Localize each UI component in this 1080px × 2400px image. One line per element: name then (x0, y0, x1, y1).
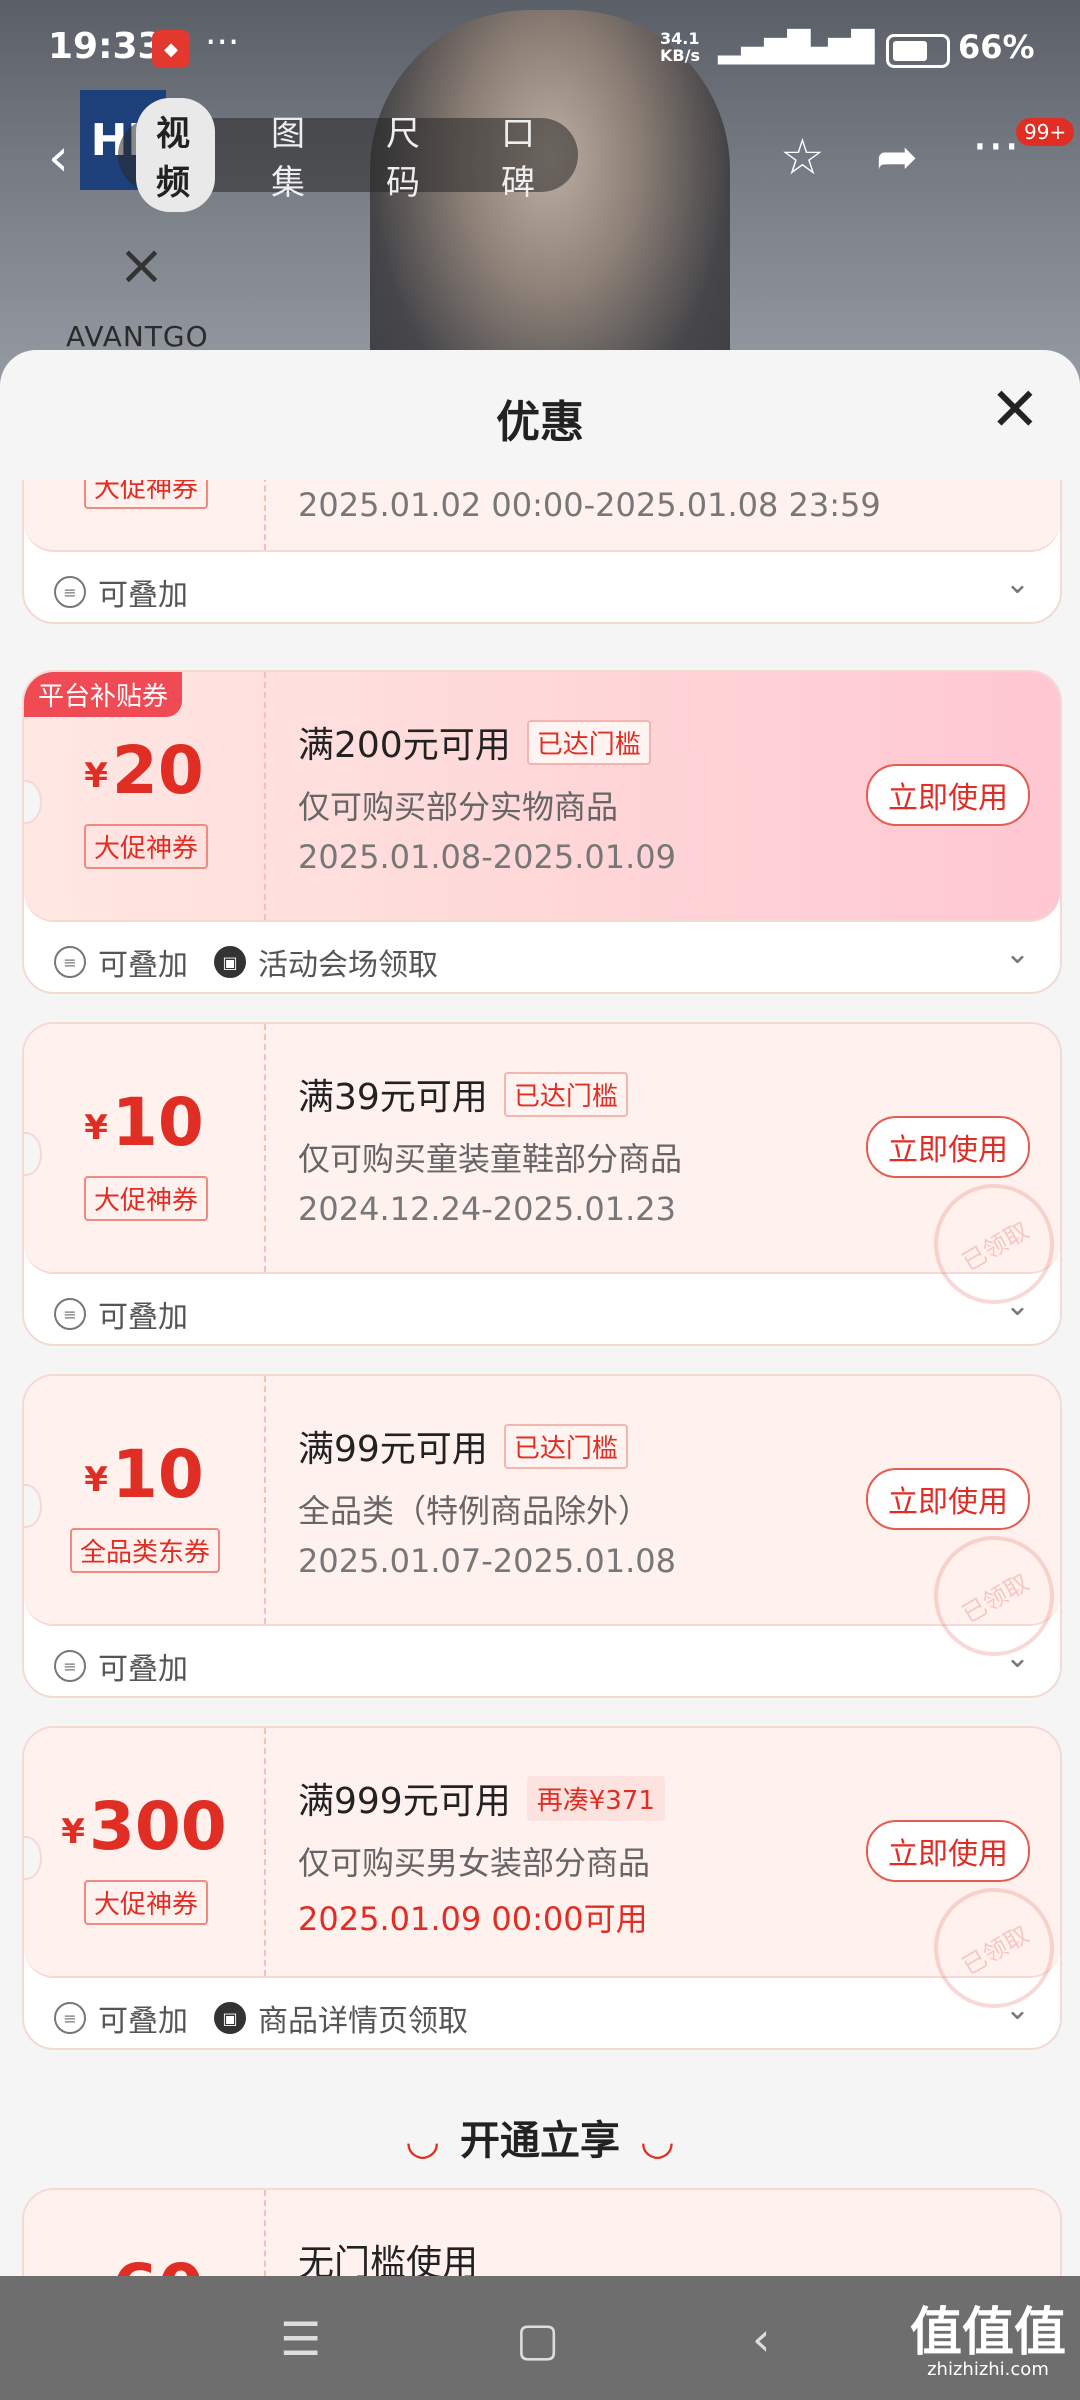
coupon-card: ¥60 无门槛使用 (22, 2188, 1062, 2280)
use-now-button[interactable]: 立即使用 (866, 1820, 1030, 1882)
section-title: ◡ 开通立享 ◡ (407, 2118, 673, 2164)
tab-reviews[interactable]: 口碑 (481, 98, 560, 212)
ticket-icon: ▣ (214, 946, 246, 978)
collab-cross-mark: × (118, 233, 165, 298)
discount-sheet: 优惠 ✕ 大促神券 2025.01.02 00:00-2025.01.08 23… (0, 350, 1080, 2280)
battery-icon (886, 34, 950, 68)
ticket-icon: ▣ (214, 2002, 246, 2034)
coupon-footer: ≡ 可叠加 ⌄ (24, 1274, 1060, 1344)
stackable-icon: ≡ (54, 1650, 86, 1682)
coupon-description: 仅可购买男女装部分商品 (298, 1844, 651, 1882)
coupon-footer: ≡ 可叠加 ⌄ (24, 1626, 1060, 1696)
status-time: 19:33 (48, 26, 163, 67)
coupon-date: 2025.01.09 00:00可用 (298, 1900, 648, 1938)
coupon-footer: ≡ 可叠加 ▣ 活动会场领取 ⌄ (24, 922, 1060, 992)
chevron-down-icon[interactable]: ⌄ (1005, 1288, 1030, 1323)
chevron-down-icon[interactable]: ⌄ (1005, 1640, 1030, 1675)
chevron-down-icon[interactable]: ⌄ (1005, 936, 1030, 971)
coupon-amount: ¥10 (84, 1436, 204, 1513)
message-count-badge: 99+ (1016, 118, 1075, 146)
coupon-description: 仅可购买部分实物商品 (298, 788, 619, 826)
stackable-label: 可叠加 (98, 1300, 188, 1335)
threshold-tag: 已达门槛 (503, 1424, 628, 1469)
coupon-card: ¥300 大促神券 满999元可用 再凑¥371 仅可购买男女装部分商品 2025… (22, 1726, 1062, 2050)
coupon-source: 活动会场领取 (258, 948, 438, 983)
coupon-date: 2025.01.07-2025.01.08 (298, 1542, 676, 1580)
coupon-footer: ≡ 可叠加 ⌄ (24, 552, 1060, 622)
coupon-amount: ¥300 (61, 1788, 227, 1865)
coupon-card: ¥10 大促神券 满39元可用 已达门槛 仅可购买童装童鞋部分商品 2024.12… (22, 1022, 1062, 1346)
wifi-icon: ◠ (840, 30, 867, 65)
threshold-tag: 已达门槛 (503, 1072, 628, 1117)
close-icon[interactable]: ✕ (990, 380, 1040, 440)
coupon-condition: 满200元可用 已达门槛 (298, 716, 651, 768)
remaining-amount-tag: 再凑¥371 (526, 1776, 665, 1821)
battery-percent: 66% (958, 28, 1035, 66)
use-now-button[interactable]: 立即使用 (866, 1116, 1030, 1178)
favorite-star-icon[interactable]: ☆ (780, 128, 825, 186)
tab-gallery[interactable]: 图集 (251, 98, 330, 212)
home-icon[interactable]: ▢ (516, 2312, 559, 2366)
coupon-list[interactable]: 大促神券 2025.01.02 00:00-2025.01.08 23:59 ≡… (0, 480, 1080, 2280)
coupon-card: 平台补贴券 ¥20 大促神券 满200元可用 已达门槛 仅可购买部分实物商品 20… (22, 670, 1062, 994)
use-now-button[interactable]: 立即使用 (866, 1468, 1030, 1530)
stackable-icon: ≡ (54, 576, 86, 608)
sheet-title: 优惠 (496, 397, 584, 448)
stackable-icon: ≡ (54, 2002, 86, 2034)
threshold-tag: 已达门槛 (526, 720, 651, 765)
coupon-date: 2024.12.24-2025.01.23 (298, 1190, 676, 1228)
coupon-source: 商品详情页领取 (258, 2004, 468, 2039)
more-icon[interactable]: ··· (972, 118, 1020, 176)
stackable-label: 可叠加 (98, 1652, 188, 1687)
coupon-condition: 无门槛使用 (298, 2243, 479, 2280)
chevron-down-icon[interactable]: ⌄ (1005, 566, 1030, 601)
use-now-button[interactable]: 立即使用 (866, 764, 1030, 826)
coupon-card: ¥10 全品类东券 满99元可用 已达门槛 全品类（特例商品除外） 2025.01… (22, 1374, 1062, 1698)
brand-name: AVANTGO (66, 320, 209, 353)
app-notification-icon: ◆ (152, 30, 190, 68)
coupon-description: 全品类（特例商品除外） (298, 1492, 651, 1530)
network-speed: 34.1 KB/s (660, 29, 700, 65)
back-nav-icon[interactable]: ‹ (752, 2312, 770, 2366)
coupon-condition: 满999元可用 再凑¥371 (298, 1772, 665, 1824)
coupon-type-label: 大促神券 (84, 1176, 209, 1221)
coupon-card: 大促神券 2025.01.02 00:00-2025.01.08 23:59 ≡… (22, 480, 1062, 624)
coupon-type-label: 大促神券 (84, 480, 209, 509)
tab-video[interactable]: 视频 (136, 98, 215, 212)
coupon-condition: 满39元可用 已达门槛 (298, 1068, 628, 1120)
menu-icon[interactable]: ☰ (280, 2312, 321, 2366)
coupon-date: 2025.01.08-2025.01.09 (298, 838, 676, 876)
smile-icon: ◡ (642, 2118, 673, 2164)
more-notifications-icon: ··· (205, 22, 240, 63)
coupon-type-label: 大促神券 (84, 1880, 209, 1925)
stackable-label: 可叠加 (98, 948, 188, 983)
stackable-label: 可叠加 (98, 578, 188, 613)
platform-subsidy-badge: 平台补贴券 (24, 672, 183, 717)
coupon-type-label: 大促神券 (84, 824, 209, 869)
stackable-icon: ≡ (54, 1298, 86, 1330)
media-tabs: 视频 图集 尺码 口碑 (118, 98, 578, 212)
watermark: 值值值 zhizhizhi.com (909, 2303, 1066, 2380)
coupon-amount: ¥10 (84, 1084, 204, 1161)
share-icon[interactable]: ➦ (876, 128, 918, 186)
coupon-description: 仅可购买童装童鞋部分商品 (298, 1140, 683, 1178)
stackable-label: 可叠加 (98, 2004, 188, 2039)
coupon-amount: ¥20 (84, 732, 204, 809)
smile-icon: ◡ (407, 2118, 438, 2164)
stackable-icon: ≡ (54, 946, 86, 978)
status-bar: 19:33 ◆ ··· 34.1 KB/s ▂▄▆█ ▂▄▆█ ◠ 66% (0, 0, 1080, 100)
coupon-type-label: 全品类东券 (70, 1528, 221, 1573)
coupon-footer: ≡ 可叠加 ▣ 商品详情页领取 ⌄ (24, 1978, 1060, 2048)
back-icon[interactable]: ‹ (48, 128, 69, 188)
system-nav-bar: ☰ ▢ ‹ 值值值 zhizhizhi.com (0, 2276, 1080, 2400)
chevron-down-icon[interactable]: ⌄ (1005, 1992, 1030, 2027)
product-top-nav: ‹ 视频 图集 尺码 口碑 ☆ ➦ ··· 99+ (0, 98, 1080, 212)
coupon-date: 2025.01.02 00:00-2025.01.08 23:59 (298, 486, 881, 524)
coupon-condition: 满99元可用 已达门槛 (298, 1420, 628, 1472)
tab-size[interactable]: 尺码 (366, 98, 445, 212)
